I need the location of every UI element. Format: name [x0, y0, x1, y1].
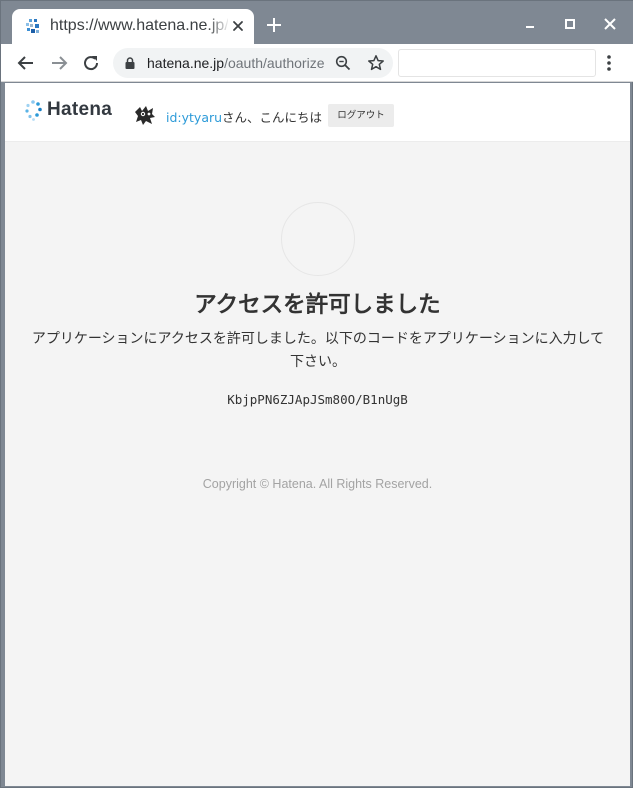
verification-code: KbjpPN6ZJApJSm80O/B1nUgB	[227, 392, 408, 407]
browser-tab[interactable]: https://www.hatena.ne.jp/oauth/authorize	[12, 9, 254, 44]
window-close-icon[interactable]	[601, 15, 619, 33]
address-bar[interactable]: hatena.ne.jp/oauth/authorize	[113, 48, 393, 78]
user-id-link[interactable]: id:ytyaru	[166, 110, 222, 125]
kebab-menu-icon[interactable]	[599, 53, 619, 73]
browser-window: https://www.hatena.ne.jp/oauth/authorize	[0, 0, 633, 788]
user-greeting: id:ytyaruさん、こんにちは	[166, 107, 322, 125]
tab-title: https://www.hatena.ne.jp/oauth/authorize	[50, 17, 228, 34]
plus-icon[interactable]	[265, 16, 283, 34]
url-text: hatena.ne.jp/oauth/authorize	[147, 55, 327, 73]
site-header: Hatena id:ytyaruさん、こんにちは ログアウト	[5, 83, 630, 142]
hatena-favicon-icon	[26, 19, 39, 33]
url-path: /oauth/authorize	[224, 55, 325, 71]
arrow-right-icon[interactable]	[49, 53, 69, 73]
maximize-icon[interactable]	[561, 15, 579, 33]
greeting-text: さん、こんにちは	[222, 110, 323, 125]
hatena-logo-icon[interactable]	[24, 99, 44, 121]
close-icon[interactable]	[230, 18, 246, 34]
minimize-icon[interactable]	[521, 15, 539, 33]
logout-button[interactable]: ログアウト	[328, 104, 394, 127]
extension-area[interactable]	[398, 49, 596, 77]
url-host: hatena.ne.jp	[147, 55, 225, 71]
page-description: アプリケーションにアクセスを許可しました。以下のコードをアプリケーションに入力し…	[31, 331, 605, 370]
user-avatar[interactable]	[133, 103, 157, 127]
page-title: アクセスを許可しました	[194, 292, 441, 318]
copyright-text: Copyright © Hatena. All Rights Reserved.	[202, 477, 433, 491]
browser-toolbar: hatena.ne.jp/oauth/authorize	[1, 44, 633, 82]
lock-icon	[125, 57, 135, 69]
hatena-logo-text[interactable]: Hatena	[47, 99, 112, 121]
loading-spinner	[281, 202, 355, 276]
star-icon[interactable]	[367, 54, 385, 72]
arrow-left-icon[interactable]	[16, 53, 36, 73]
tab-title-fade	[208, 13, 230, 39]
page-content: Hatena id:ytyaruさん、こんにちは ログアウト アクセスを許可しま…	[5, 83, 630, 786]
reload-icon[interactable]	[81, 53, 101, 73]
tab-strip: https://www.hatena.ne.jp/oauth/authorize	[1, 1, 633, 44]
zoom-out-icon[interactable]	[335, 55, 351, 71]
